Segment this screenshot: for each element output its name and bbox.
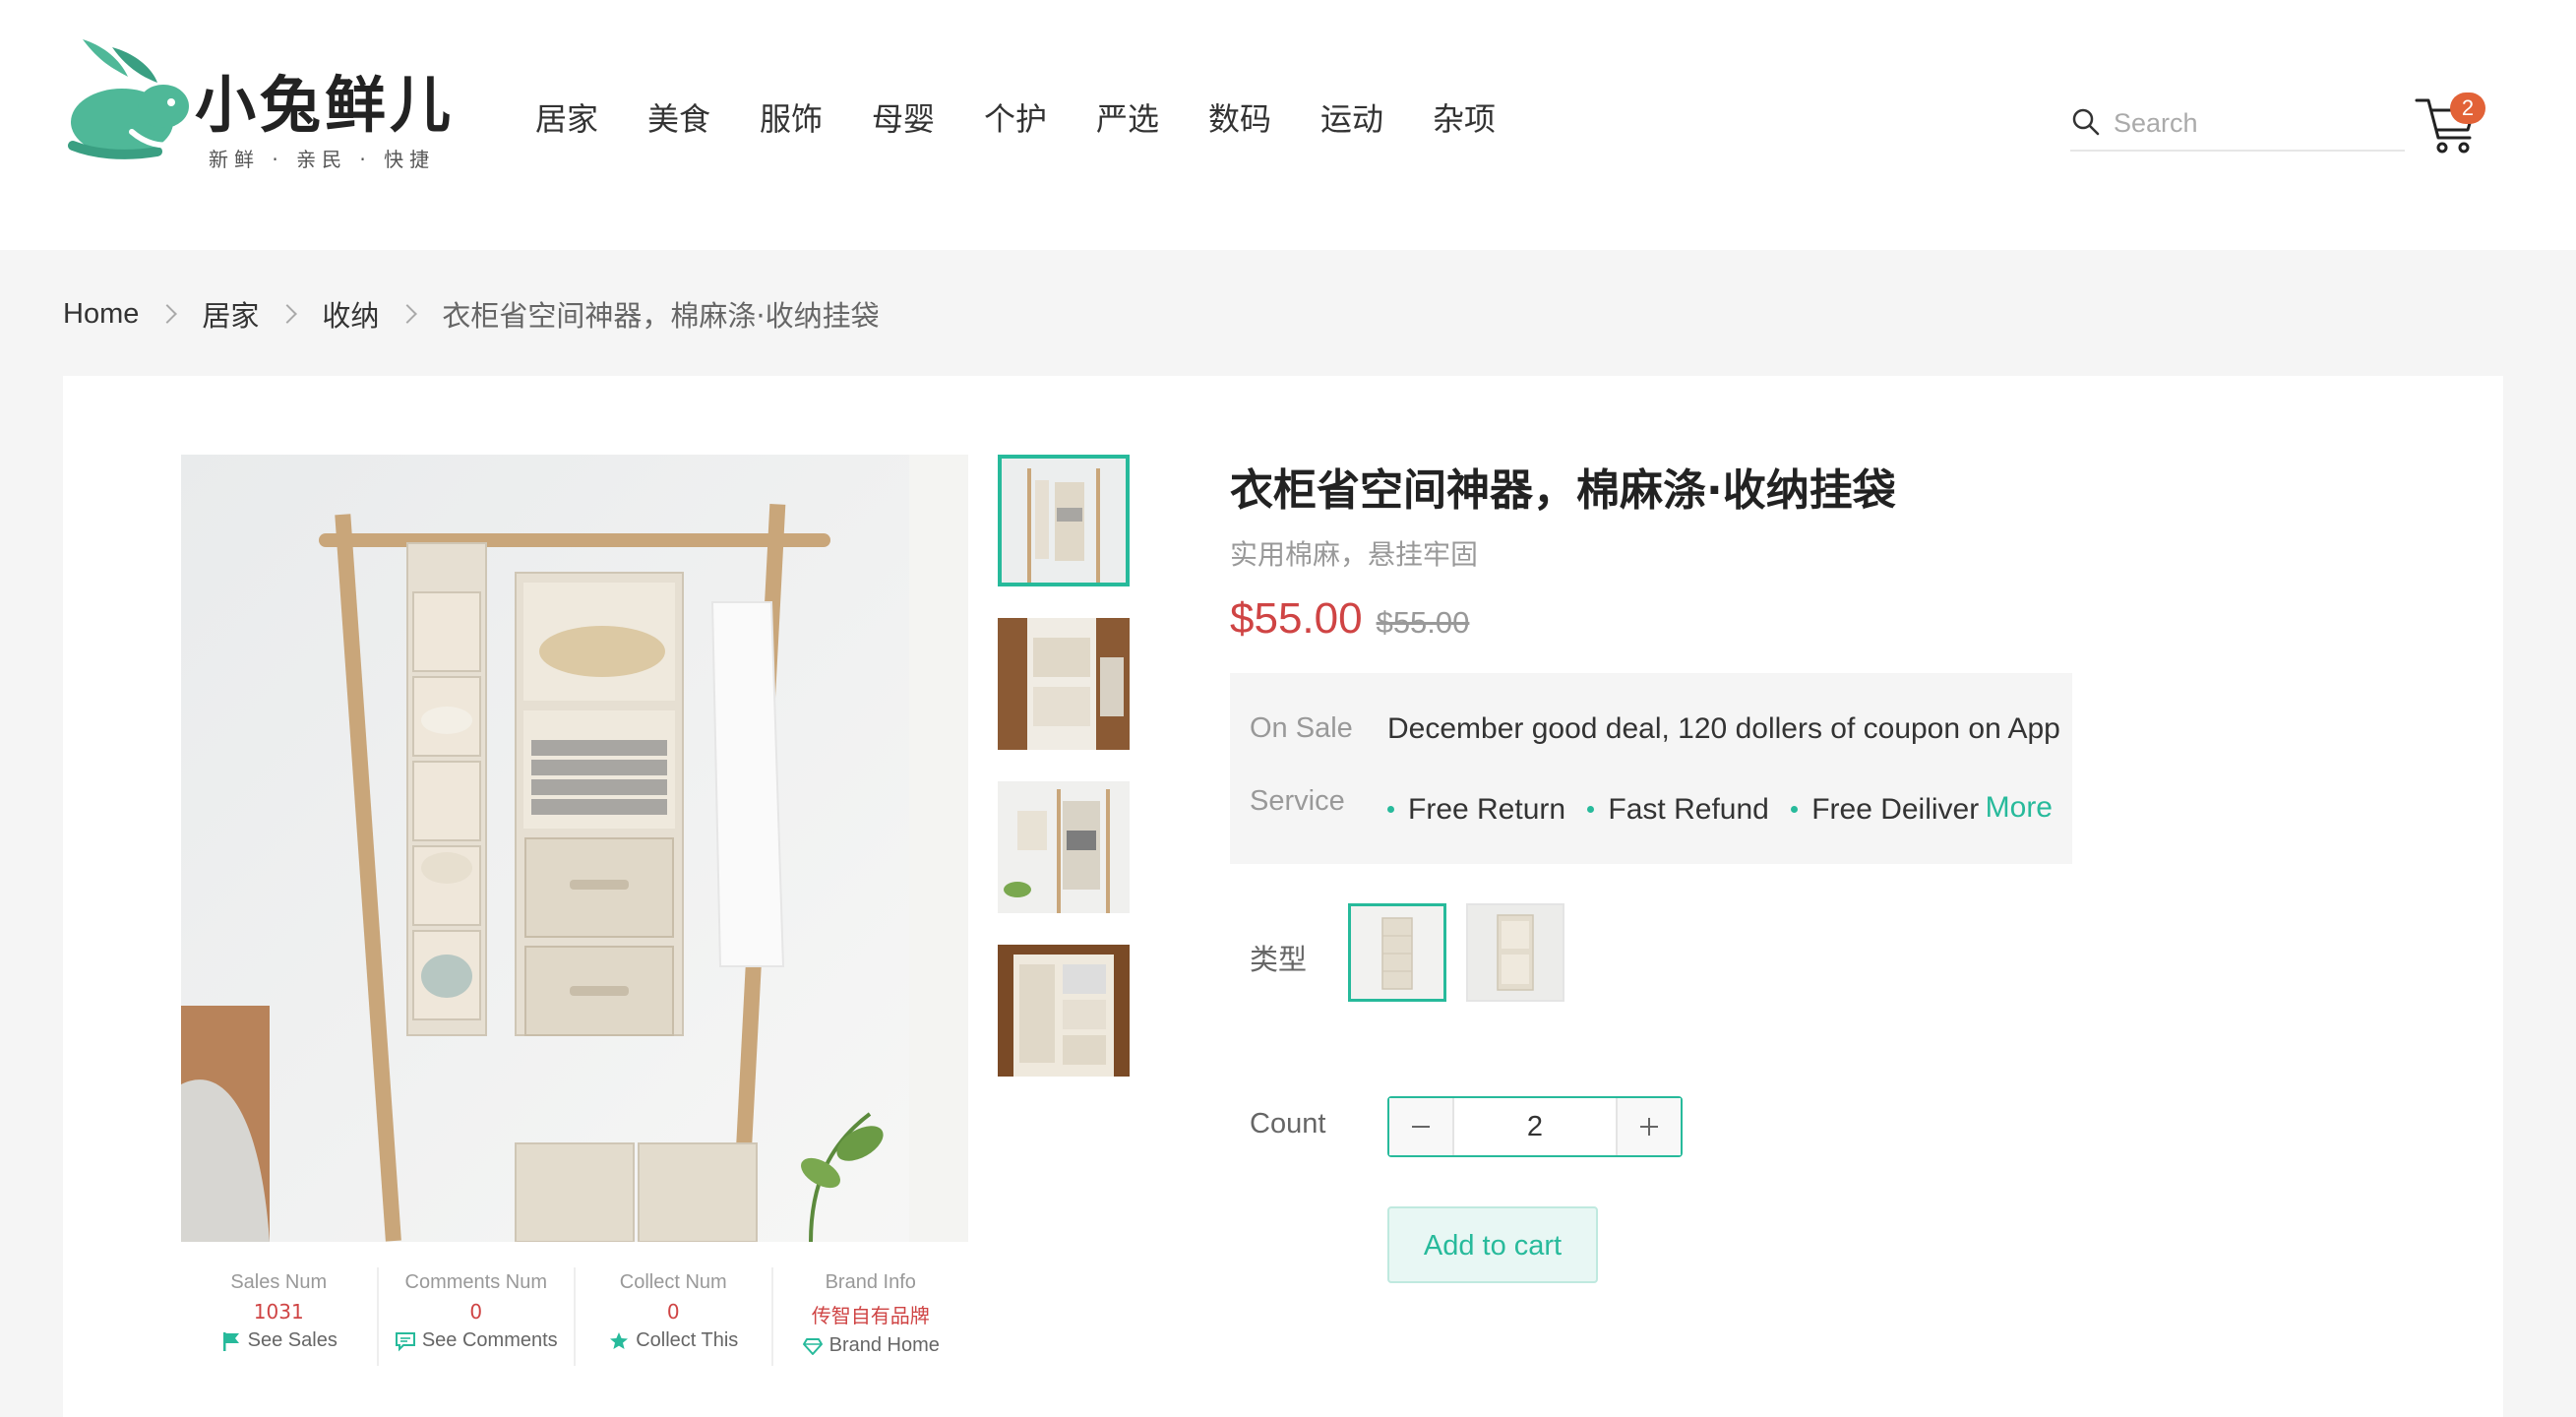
- service-list: Free Return Fast Refund Free Deiliver: [1387, 787, 1993, 827]
- cart-count-badge: 2: [2450, 92, 2485, 124]
- nav-item-baby[interactable]: 母婴: [872, 94, 984, 140]
- nav-item-food[interactable]: 美食: [647, 94, 760, 140]
- promotion-box: On Sale December good deal, 120 dollers …: [1230, 673, 2072, 864]
- nav-item-sports[interactable]: 运动: [1320, 94, 1433, 140]
- spec-label: 类型: [1250, 943, 1308, 976]
- stat-title: Sales Num: [230, 1271, 328, 1293]
- brand-home-link[interactable]: Brand Home: [773, 1334, 969, 1357]
- breadcrumb-subcategory[interactable]: 收纳: [322, 293, 379, 335]
- more-services-link[interactable]: More: [1986, 791, 2053, 825]
- stat-value: 0: [666, 1300, 680, 1324]
- logo[interactable]: 小兔鲜儿 新鲜 · 亲民 · 快捷: [63, 37, 457, 175]
- on-sale-label: On Sale: [1250, 712, 1353, 744]
- chevron-right-icon: [157, 304, 178, 324]
- stat-link-label: Collect This: [636, 1329, 739, 1351]
- product-stats: Sales Num 1031 See Sales Comments Num 0 …: [181, 1267, 968, 1366]
- stat-brand: Brand Info 传智自有品牌 Brand Home: [773, 1267, 969, 1366]
- original-price: $55.00: [1376, 605, 1470, 640]
- spec-option-1[interactable]: [1348, 903, 1446, 1002]
- stat-sales: Sales Num 1031 See Sales: [181, 1267, 379, 1366]
- comment-icon: [395, 1331, 415, 1351]
- plus-icon: [1640, 1118, 1658, 1136]
- logo-text: 小兔鲜儿: [195, 69, 456, 141]
- current-price: $55.00: [1230, 594, 1363, 643]
- add-to-cart-button[interactable]: Add to cart: [1387, 1206, 1598, 1283]
- stat-title: Collect Num: [619, 1271, 727, 1293]
- collect-this-link[interactable]: Collect This: [576, 1329, 771, 1352]
- stat-title: Brand Info: [825, 1271, 916, 1293]
- flag-icon: [222, 1331, 239, 1351]
- see-comments-link[interactable]: See Comments: [379, 1329, 575, 1352]
- bullet-dot-icon: [1587, 806, 1595, 813]
- stat-link-label: See Sales: [247, 1329, 337, 1351]
- spec-option-2[interactable]: [1466, 903, 1564, 1002]
- breadcrumb-home[interactable]: Home: [63, 298, 139, 331]
- count-label: Count: [1250, 1108, 1326, 1140]
- service-item-label: Fast Refund: [1608, 792, 1769, 826]
- main-product-image: [181, 455, 968, 1242]
- stat-value: 0: [469, 1300, 483, 1324]
- quantity-stepper: 2: [1387, 1096, 1683, 1157]
- logo-slogan: 新鲜 · 亲民 · 快捷: [209, 148, 436, 171]
- nav-item-personal-care[interactable]: 个护: [984, 94, 1096, 140]
- product-title: 衣柜省空间神器，棉麻涤·收纳挂袋: [1230, 465, 1896, 516]
- thumbnail-list: [998, 455, 1130, 1108]
- on-sale-text: December good deal, 120 dollers of coupo…: [1387, 712, 2060, 745]
- nav-item-digital[interactable]: 数码: [1208, 94, 1320, 140]
- stat-link-label: See Comments: [421, 1329, 558, 1351]
- minus-icon: [1412, 1126, 1430, 1128]
- service-item: Free Return: [1387, 793, 1565, 827]
- stat-link-label: Brand Home: [828, 1334, 940, 1356]
- stat-comments: Comments Num 0 See Comments: [379, 1267, 576, 1366]
- nav-item-selection[interactable]: 严选: [1096, 94, 1208, 140]
- thumbnail-1[interactable]: [998, 455, 1130, 586]
- stat-value: 传智自有品牌: [811, 1304, 930, 1327]
- service-item: Fast Refund: [1587, 792, 1769, 827]
- decrease-button[interactable]: [1389, 1098, 1454, 1155]
- diamond-icon: [802, 1337, 823, 1355]
- chevron-right-icon: [277, 304, 298, 324]
- bullet-dot-icon: [1387, 806, 1394, 813]
- stat-title: Comments Num: [404, 1271, 547, 1293]
- see-sales-link[interactable]: See Sales: [181, 1329, 377, 1352]
- thumbnail-3[interactable]: [998, 781, 1130, 913]
- nav-item-misc[interactable]: 杂项: [1433, 94, 1545, 140]
- nav-item-home[interactable]: 居家: [535, 94, 647, 140]
- thumbnail-2[interactable]: [998, 618, 1130, 750]
- star-icon: [610, 1331, 629, 1349]
- search-input[interactable]: [2112, 104, 2401, 142]
- category-nav: 居家 美食 服饰 母婴 个护 严选 数码 运动 杂项: [535, 94, 1545, 140]
- breadcrumb-category[interactable]: 居家: [202, 293, 259, 335]
- cart-button[interactable]: 2: [2413, 85, 2501, 163]
- breadcrumb: Home 居家 收纳 衣柜省空间神器，棉麻涤·收纳挂袋: [63, 293, 880, 335]
- breadcrumb-current: 衣柜省空间神器，棉麻涤·收纳挂袋: [442, 299, 880, 333]
- service-label: Service: [1250, 785, 1345, 817]
- quantity-value[interactable]: 2: [1454, 1098, 1616, 1155]
- nav-item-clothing[interactable]: 服饰: [760, 94, 872, 140]
- search-box: [2070, 98, 2405, 152]
- price-row: $55.00 $55.00: [1230, 594, 1469, 644]
- service-item-label: Free Return: [1408, 792, 1566, 826]
- rabbit-logo-icon: [68, 39, 189, 159]
- chevron-right-icon: [398, 304, 418, 324]
- service-item-label: Free Deiliver: [1811, 792, 1980, 826]
- stat-value: 1031: [253, 1300, 304, 1324]
- product-subtitle: 实用棉麻，悬挂牢固: [1230, 538, 1479, 571]
- thumbnail-4[interactable]: [998, 945, 1130, 1077]
- bullet-dot-icon: [1791, 806, 1799, 813]
- product-panel: Sales Num 1031 See Sales Comments Num 0 …: [63, 376, 2503, 1417]
- header: 小兔鲜儿 新鲜 · 亲民 · 快捷 居家 美食 服饰 母婴 个护 严选 数码 运…: [0, 0, 2576, 250]
- service-item: Free Deiliver: [1791, 793, 1979, 827]
- stat-collect: Collect Num 0 Collect This: [576, 1267, 773, 1366]
- search-icon: [2072, 108, 2100, 136]
- increase-button[interactable]: [1616, 1098, 1681, 1155]
